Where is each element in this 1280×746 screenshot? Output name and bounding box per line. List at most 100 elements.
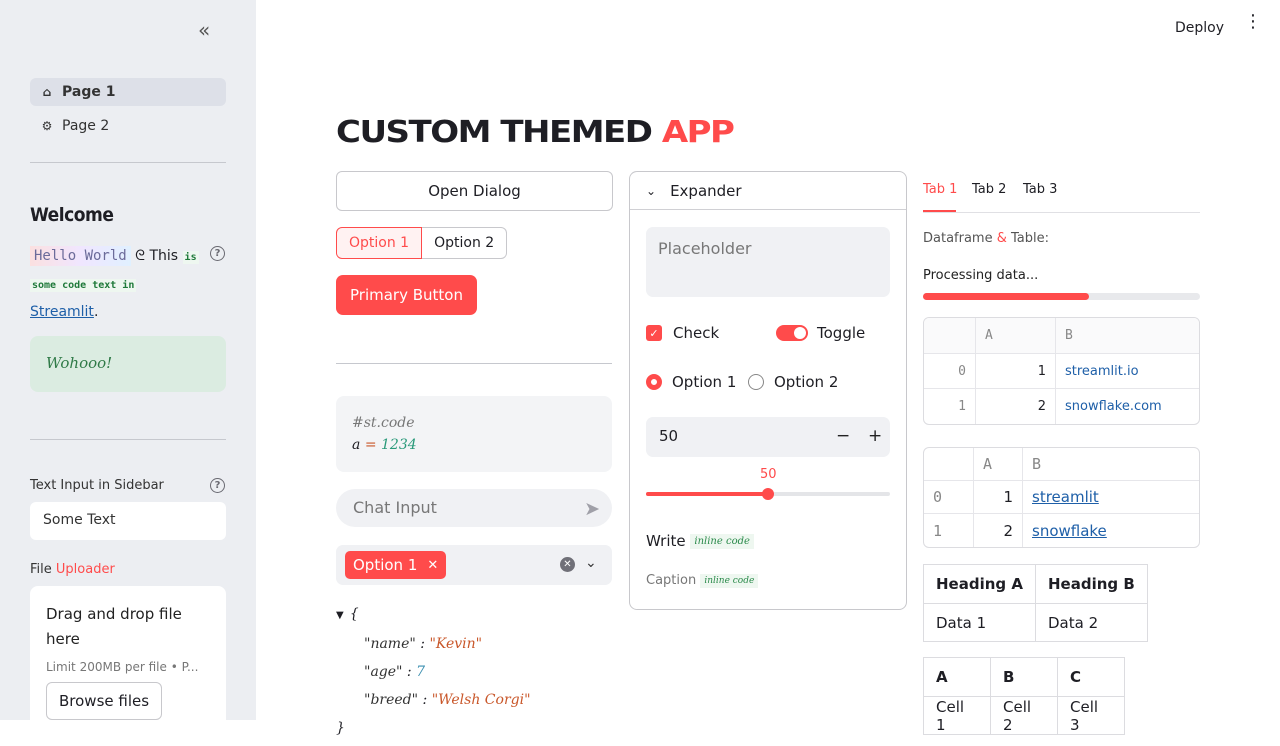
check-icon: ✓: [646, 325, 662, 341]
table-row: 0 1 streamlit: [924, 481, 1199, 514]
gear-icon: ⚙: [41, 119, 53, 133]
table-row: Cell 1 Cell 2 Cell 3: [923, 696, 1125, 735]
table-cell: Data 1: [923, 603, 1036, 642]
tab-1[interactable]: Tab 1: [923, 182, 957, 197]
df-header-row: A B: [924, 448, 1199, 481]
radio-unselected-icon: [748, 374, 764, 390]
help-icon[interactable]: ?: [210, 246, 225, 261]
inline-code: inline code: [690, 533, 754, 549]
df-index-cell: 0: [924, 354, 976, 388]
inline-code: some code text in: [30, 279, 137, 292]
code-var: a: [352, 437, 361, 453]
clear-icon[interactable]: ✕: [560, 557, 575, 572]
df-index-cell: 1: [924, 514, 974, 547]
df-header-cell: B: [1032, 455, 1042, 473]
tag-label: Option 1: [353, 556, 418, 574]
uploader-title: Drag and drop file here: [46, 605, 182, 648]
static-table-2: A B C Cell 1 Cell 2 Cell 3: [923, 657, 1125, 735]
toggle-switch: [776, 325, 808, 341]
sidebar-item-page-1[interactable]: ⌂ Page 1: [30, 78, 226, 106]
open-dialog-button[interactable]: Open Dialog: [336, 171, 613, 211]
streamlit-link[interactable]: Streamlit: [30, 304, 94, 320]
code-block: #st.code a = 1234: [336, 396, 612, 472]
static-table-1: Heading A Heading B Data 1 Data 2: [923, 564, 1148, 642]
write-text: Write inline code: [646, 532, 754, 550]
title-text: CUSTOM THEMED: [336, 114, 653, 150]
collapse-sidebar-icon[interactable]: «: [198, 18, 210, 42]
sidebar-item-label: Page 1: [62, 84, 116, 100]
decrement-button[interactable]: −: [836, 426, 850, 446]
df-title-a: Dataframe: [923, 231, 993, 246]
file-uploader-dropzone[interactable]: Drag and drop file here Limit 200MB per …: [30, 586, 226, 746]
collapse-triangle-icon[interactable]: ▼: [336, 610, 344, 621]
chevron-down-icon: ⌄: [646, 183, 657, 198]
progress-bar: [923, 293, 1200, 300]
table-header-cell: Heading A: [923, 564, 1036, 604]
multiselect[interactable]: Option 1 ✕ ✕ ⌄: [336, 545, 612, 585]
json-value: "Kevin": [429, 636, 483, 652]
sidebar-item-page-2[interactable]: ⚙ Page 2: [30, 112, 226, 140]
multiselect-tag: Option 1 ✕: [345, 551, 447, 579]
df-index-cell: 0: [924, 481, 974, 513]
number-value: 50: [659, 427, 679, 445]
slider-thumb[interactable]: [762, 488, 774, 500]
help-icon[interactable]: ?: [210, 478, 225, 493]
dataframe-2[interactable]: A B 0 1 streamlit 1 2 snowflake: [923, 447, 1200, 548]
df-title-b: Table:: [1011, 231, 1050, 246]
main-menu-icon[interactable]: ⋮: [1244, 13, 1262, 31]
sidebar-nav: ⌂ Page 1 ⚙ Page 2: [30, 78, 226, 146]
df-link-cell[interactable]: streamlit.io: [1056, 354, 1199, 388]
welcome-heading: Welcome: [30, 204, 114, 226]
df-cell: 1: [974, 481, 1023, 513]
deploy-button[interactable]: Deploy: [1175, 20, 1224, 36]
segment-option-2[interactable]: Option 2: [422, 227, 508, 259]
checkbox[interactable]: ✓ Check: [646, 324, 719, 342]
radio-selected-icon: [646, 374, 662, 390]
sidebar-divider: [30, 439, 226, 440]
table-header-row: Heading A Heading B: [923, 564, 1148, 604]
chevron-down-icon[interactable]: ⌄: [585, 555, 597, 571]
df-title-amp: &: [996, 231, 1007, 246]
send-icon[interactable]: ➤: [584, 498, 600, 520]
dataframe-heading: Dataframe & Table:: [923, 231, 1049, 246]
checkbox-label: Check: [673, 324, 720, 342]
table-cell: Cell 3: [1057, 696, 1125, 735]
tab-2[interactable]: Tab 2: [972, 182, 1006, 197]
sidebar: « ⌂ Page 1 ⚙ Page 2 Welcome Hello World …: [0, 0, 256, 746]
browse-files-button[interactable]: Browse files: [46, 682, 163, 720]
table-row: 1 2 snowflake.com: [924, 389, 1199, 424]
progress-text: Processing data...: [923, 268, 1039, 283]
code-num: 1234: [381, 437, 417, 453]
number-input[interactable]: 50 − +: [646, 417, 890, 457]
radio-label: Option 1: [672, 373, 737, 391]
sidebar-item-label: Page 2: [62, 118, 110, 134]
radio-option-1[interactable]: Option 1: [646, 373, 736, 391]
df-link-cell[interactable]: streamlit: [1023, 481, 1199, 513]
toggle[interactable]: Toggle: [776, 324, 865, 342]
json-close-brace: }: [336, 720, 345, 736]
primary-button[interactable]: Primary Button: [336, 275, 477, 315]
table-cell: Cell 2: [990, 696, 1058, 735]
file-label-text: File: [30, 562, 52, 577]
json-open-brace: {: [349, 606, 359, 622]
chat-input[interactable]: Chat Input ➤: [336, 489, 612, 527]
dataframe-1[interactable]: A B 0 1 streamlit.io 1 2 snowflake.com: [923, 317, 1200, 425]
segment-option-1[interactable]: Option 1: [336, 227, 423, 259]
df-link-cell[interactable]: snowflake: [1023, 514, 1199, 547]
tab-3[interactable]: Tab 3: [1023, 182, 1057, 197]
sidebar-text-input[interactable]: Some Text: [30, 502, 226, 540]
json-line: "age" : 7: [364, 664, 426, 680]
increment-button[interactable]: +: [868, 426, 882, 446]
active-tab-indicator: [923, 210, 956, 212]
slider-fill: [646, 492, 768, 496]
tag-remove-icon[interactable]: ✕: [427, 558, 438, 573]
df-link-cell[interactable]: snowflake.com: [1056, 389, 1199, 424]
caption-text: Caption inline code: [646, 573, 759, 588]
json-value: "Welsh Corgi": [431, 692, 531, 708]
divider: [336, 363, 612, 364]
json-line: "name" : "Kevin": [364, 636, 483, 652]
expander-header[interactable]: ⌄ Expander: [630, 172, 906, 210]
slider-track[interactable]: [646, 488, 890, 500]
radio-option-2[interactable]: Option 2: [748, 373, 838, 391]
text-area[interactable]: Placeholder: [646, 227, 890, 297]
